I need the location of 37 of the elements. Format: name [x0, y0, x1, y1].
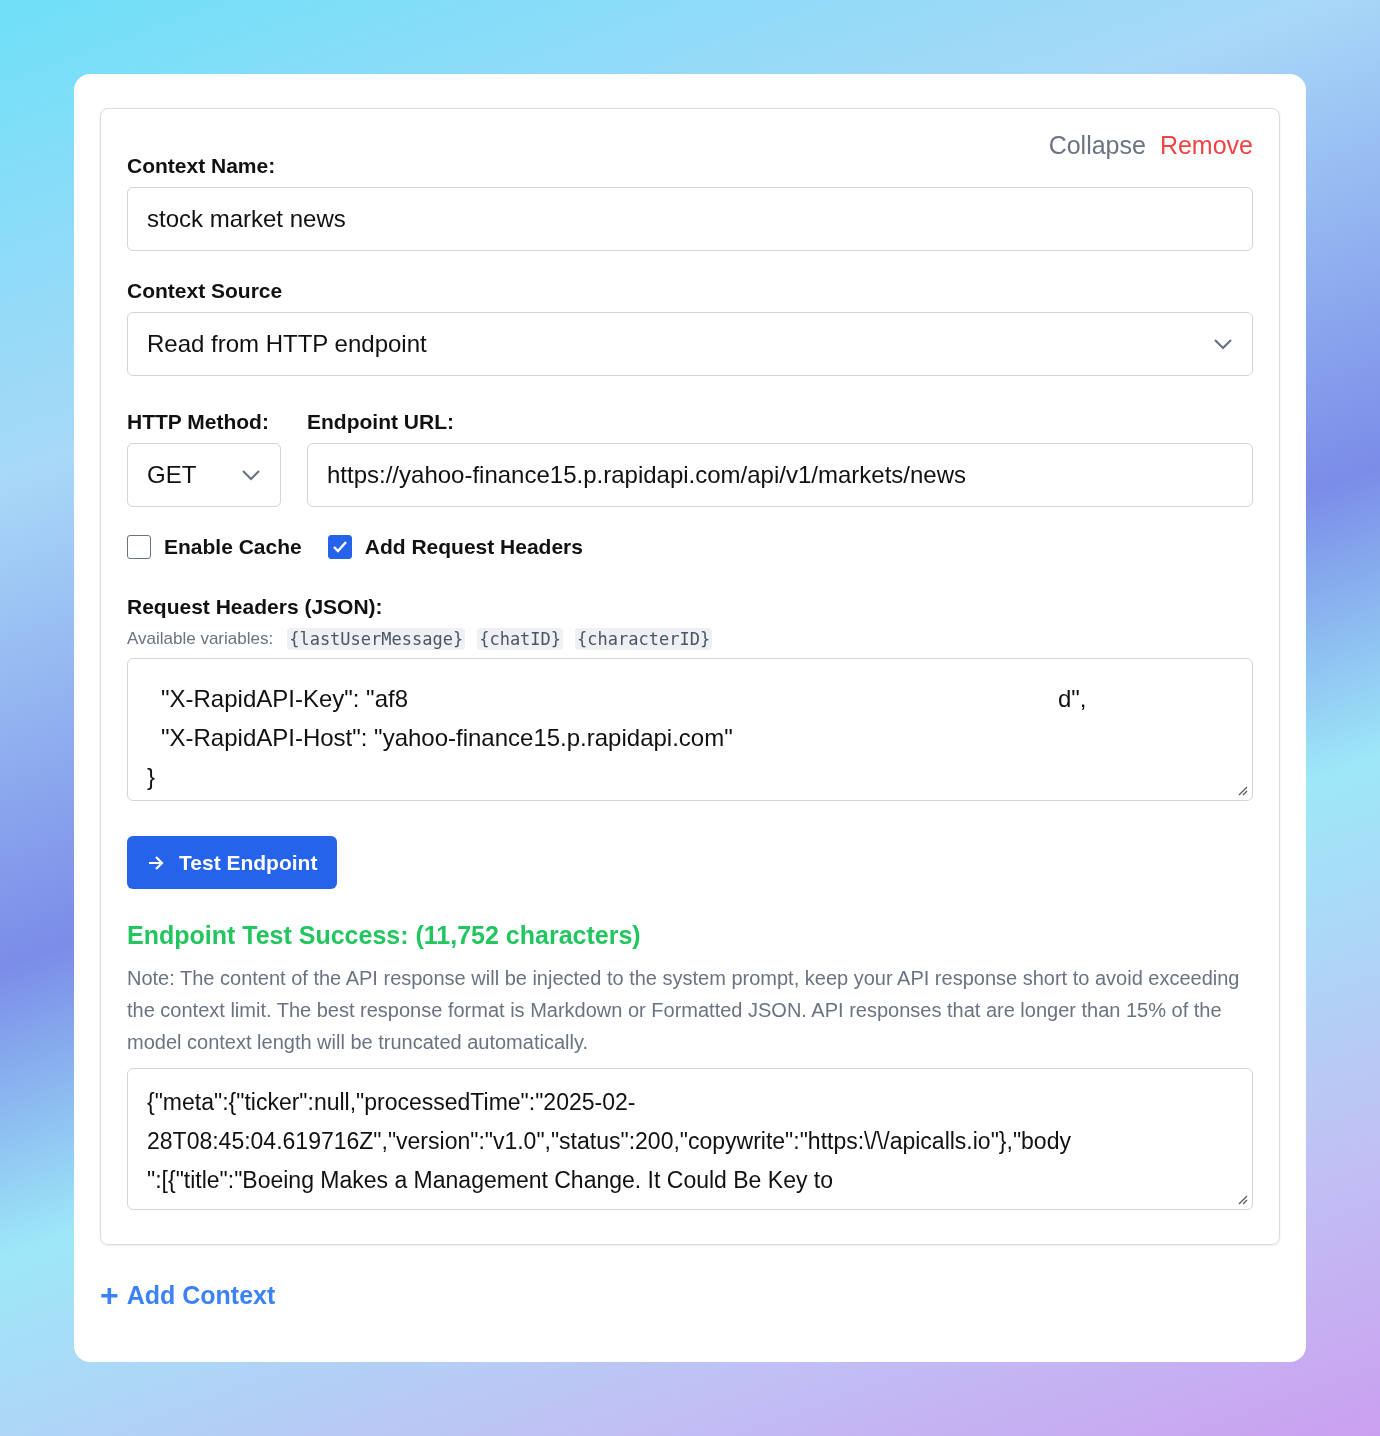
- success-message: Endpoint Test Success: (11,752 characters): [127, 921, 642, 950]
- context-name-field[interactable]: stock market news: [127, 187, 1253, 251]
- endpoint-url-field[interactable]: https://yahoo-finance15.p.rapidapi.com/api/v1/markets/news: [307, 443, 1253, 507]
- collapse-link[interactable]: Collapse: [1048, 131, 1146, 160]
- context-source-dropdown[interactable]: Read from HTTP endpoint: [127, 312, 1253, 376]
- field-label: HTTP Method:: [127, 410, 270, 434]
- checkbox-label: Add Request Headers: [364, 535, 583, 559]
- checkbox[interactable]: [127, 535, 151, 559]
- field-label: Endpoint URL:: [307, 410, 455, 434]
- resize-handle-icon: [1236, 1193, 1248, 1205]
- note-text: Note: The content of the API response will be injected to the system prompt, keep your API response short to avoid exceeding the context limit. The best response format is Markdown or Formatted JSON. API responses that are longer than 15% of the model context length will be truncated automatically.: [127, 966, 1241, 1055]
- resize-handle-icon: [1236, 784, 1248, 796]
- request-headers-textarea[interactable]: "X-RapidAPI-Key": "af8 d", "X-RapidAPI-Host": "yahoo-finance15.p.rapidapi.com" }: [127, 658, 1253, 801]
- code-line: {"meta":{"ticker":null,"processedTime":"2025-02-: [147, 1088, 637, 1117]
- field-label: Context Source: [127, 279, 284, 303]
- arrow-right-icon: [147, 854, 165, 871]
- checkmark-icon: [331, 540, 348, 554]
- code-line: ":[{"title":"Boeing Makes a Management Change. It Could Be Key to: [147, 1166, 834, 1195]
- variable-chip: {characterID}: [575, 628, 713, 650]
- code-line: d",: [1058, 684, 1087, 713]
- variable-chip: {lastUserMessage}: [287, 628, 466, 650]
- field-label: Context Name:: [127, 154, 277, 178]
- field-label: Request Headers (JSON):: [127, 595, 384, 619]
- add-context-link[interactable]: + Add Context: [100, 1279, 276, 1311]
- chevron-down-icon: [1213, 338, 1233, 350]
- remove-link[interactable]: Remove: [1159, 131, 1253, 160]
- checkbox[interactable]: [327, 535, 352, 559]
- http-method-dropdown[interactable]: GET: [127, 443, 281, 507]
- code-line: "X-RapidAPI-Key": "af8: [161, 684, 408, 713]
- checkbox-label: Enable Cache: [164, 535, 302, 559]
- code-line: 28T08:45:04.619716Z","version":"v1.0","status":200,"copywrite":"https:\/\/apicalls.io"},"body: [147, 1127, 1072, 1156]
- chevron-down-icon: [241, 469, 261, 481]
- variable-chip: {chatID}: [477, 628, 564, 650]
- code-line: }: [147, 762, 155, 791]
- code-line: "X-RapidAPI-Host": "yahoo-finance15.p.rapidapi.com": [161, 723, 733, 752]
- variables-label: Available variables:: [127, 629, 274, 649]
- test-endpoint-button[interactable]: Test Endpoint: [127, 836, 338, 889]
